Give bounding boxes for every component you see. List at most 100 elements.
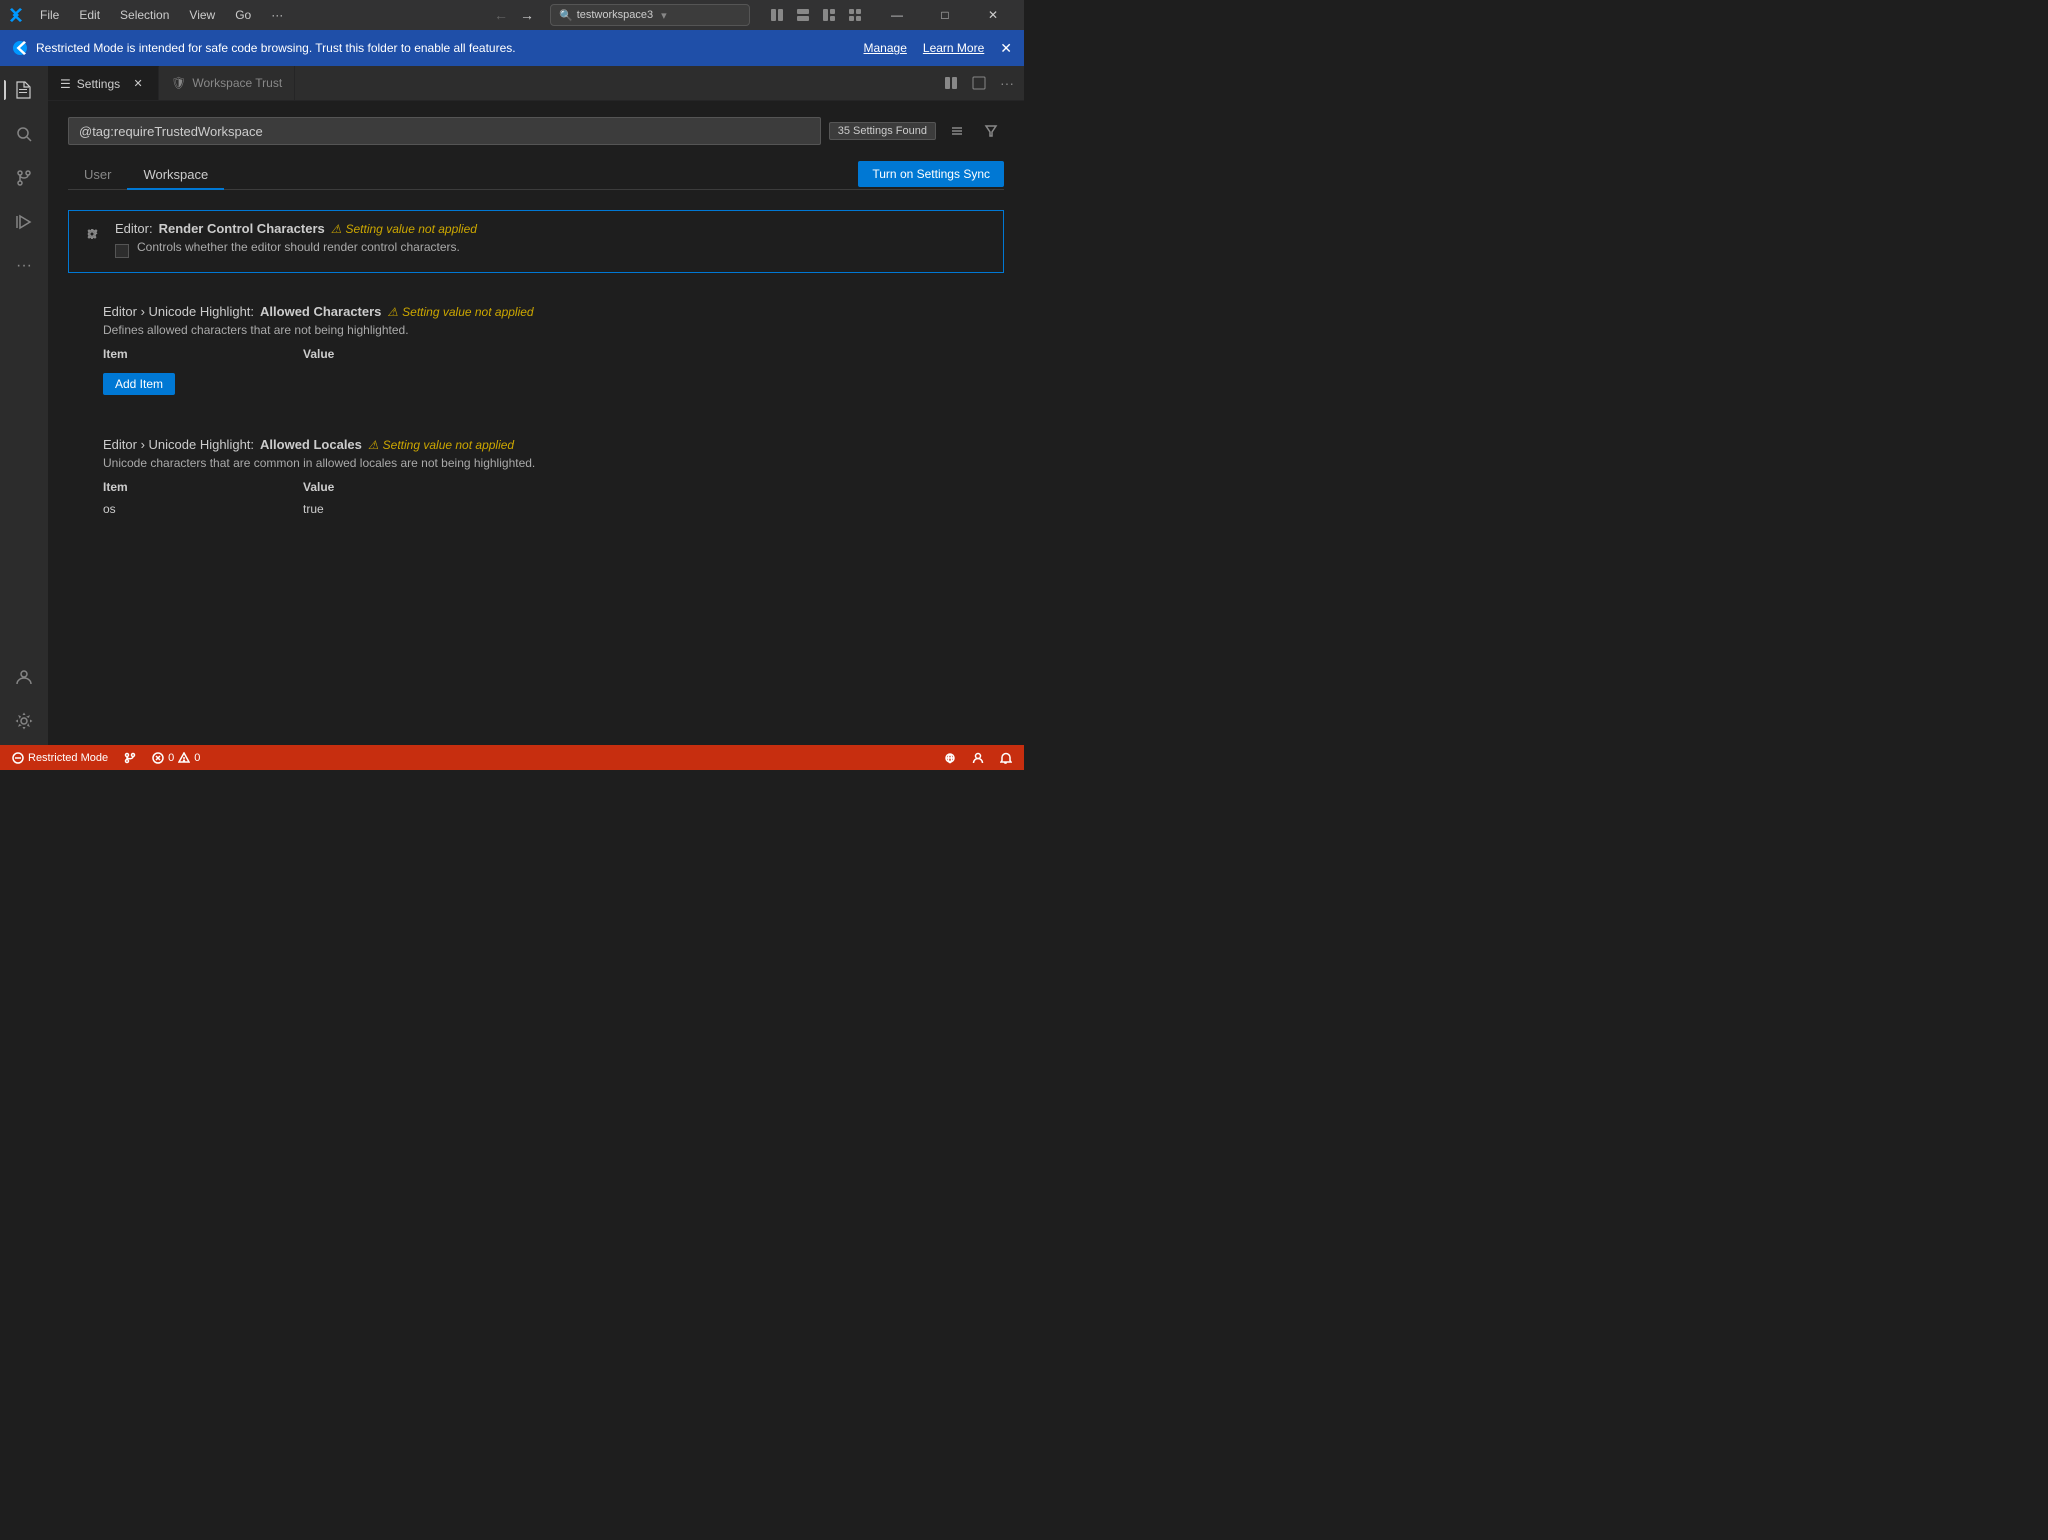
titlebar-nav: ← → — [490, 4, 538, 26]
editor-area: ☰ Settings ✕ 🛡 Workspace Trust ··· — [48, 66, 1024, 745]
setting-table-locales: Item Value os true — [103, 478, 991, 518]
layout-btn-2[interactable] — [792, 4, 814, 26]
menu-go[interactable]: Go — [227, 3, 259, 27]
titlebar: File Edit Selection View Go ··· ← → 🔍 te… — [0, 0, 1024, 30]
workspace-search[interactable]: 🔍 testworkspace3 ▾ — [550, 4, 750, 26]
settings-tab-label: Settings — [77, 77, 120, 91]
search-icon: 🔍 — [559, 9, 573, 22]
notification-close-button[interactable]: ✕ — [1000, 40, 1012, 57]
status-bar: Restricted Mode 0 0 — [0, 745, 1024, 770]
layout-btn-1[interactable] — [766, 4, 788, 26]
settings-clear-button[interactable] — [944, 118, 970, 144]
errors-status[interactable]: 0 0 — [148, 745, 204, 770]
notification-icon-status[interactable] — [996, 745, 1016, 770]
settings-search-row: 35 Settings Found — [68, 117, 1004, 145]
table-header-chars: Item Value — [103, 345, 991, 363]
table-col-item-chars: Item — [103, 345, 303, 363]
activity-source-control[interactable] — [4, 158, 44, 198]
workspace-trust-tab-label: Workspace Trust — [192, 76, 282, 90]
setting-warning-render: ⚠ Setting value not applied — [331, 222, 477, 236]
table-header-locales: Item Value — [103, 478, 991, 496]
main-layout: ··· ☰ Settings ✕ 🛡 Workspace Trust — [0, 66, 1024, 745]
search-arrow-icon: ▾ — [661, 9, 667, 22]
errors-count: 0 — [168, 752, 174, 764]
activity-settings[interactable] — [4, 701, 44, 741]
tab-workspace-trust[interactable]: 🛡 Workspace Trust — [159, 66, 295, 100]
settings-tab-workspace[interactable]: Workspace — [127, 161, 224, 190]
activity-run[interactable] — [4, 202, 44, 242]
more-actions-button[interactable]: ··· — [994, 70, 1020, 96]
close-button[interactable]: ✕ — [970, 0, 1016, 30]
notification-learn-link[interactable]: Learn More — [923, 41, 984, 55]
setting-table-chars: Item Value Add Item — [103, 345, 991, 395]
setting-warning-chars: ⚠ Setting value not applied — [387, 305, 533, 319]
remote-icon-status[interactable] — [940, 745, 960, 770]
notification-bar: Restricted Mode is intended for safe cod… — [0, 30, 1024, 66]
titlebar-menus: File Edit Selection View Go ··· — [32, 3, 482, 27]
minimize-button[interactable]: — — [874, 0, 920, 30]
menu-view[interactable]: View — [181, 3, 223, 27]
settings-filter-button[interactable] — [978, 118, 1004, 144]
activity-account[interactable] — [4, 657, 44, 697]
setting-title-chars: Editor › Unicode Highlight: Allowed Char… — [103, 304, 991, 319]
setting-render-control-chars: Editor: Render Control Characters ⚠ Sett… — [68, 210, 1004, 273]
activity-explorer[interactable] — [4, 70, 44, 110]
setting-allowed-locales: ⚙ Editor › Unicode Highlight: Allowed Lo… — [68, 426, 1004, 529]
back-button[interactable]: ← — [490, 4, 512, 26]
restricted-mode-label: Restricted Mode — [28, 752, 108, 764]
menu-edit[interactable]: Edit — [71, 3, 108, 27]
layout-btn-3[interactable] — [818, 4, 840, 26]
settings-tabs-row: User Workspace Turn on Settings Sync — [68, 161, 1004, 190]
setting-warning-locales: ⚠ Setting value not applied — [368, 438, 514, 452]
layout-btn-4[interactable] — [844, 4, 866, 26]
notification-text: Restricted Mode is intended for safe cod… — [36, 41, 848, 55]
setting-allowed-chars: ⚙ Editor › Unicode Highlight: Allowed Ch… — [68, 293, 1004, 406]
activity-bar: ··· — [0, 66, 48, 745]
account-icon-status[interactable] — [968, 745, 988, 770]
settings-tab-icon: ☰ — [60, 77, 71, 91]
vscode-logo — [8, 7, 24, 23]
warning-icon-locales: ⚠ — [368, 438, 379, 452]
settings-tab-close[interactable]: ✕ — [130, 76, 146, 92]
setting-gear-icon-render[interactable] — [81, 223, 103, 245]
menu-selection[interactable]: Selection — [112, 3, 177, 27]
table-col-value-chars: Value — [303, 345, 503, 363]
forward-button[interactable]: → — [516, 4, 538, 26]
window-controls: — □ ✕ — [874, 0, 1016, 30]
settings-tab-user[interactable]: User — [68, 161, 127, 190]
split-editor-button[interactable] — [938, 70, 964, 96]
setting-name-locales: Allowed Locales — [260, 437, 362, 452]
notification-manage-link[interactable]: Manage — [864, 41, 907, 55]
activity-more[interactable]: ··· — [4, 246, 44, 286]
menu-more[interactable]: ··· — [263, 3, 291, 27]
setting-prefix-render: Editor: — [115, 221, 153, 236]
setting-desc-locales: Unicode characters that are common in al… — [103, 456, 991, 470]
warning-icon-render: ⚠ — [331, 222, 342, 236]
warning-icon-chars: ⚠ — [387, 305, 398, 319]
setting-checkbox-row-render: Controls whether the editor should rende… — [115, 240, 991, 262]
restricted-mode-status[interactable]: Restricted Mode — [8, 745, 112, 770]
setting-name-chars: Allowed Characters — [260, 304, 381, 319]
setting-title-locales: Editor › Unicode Highlight: Allowed Loca… — [103, 437, 991, 452]
turn-on-settings-sync-button[interactable]: Turn on Settings Sync — [858, 161, 1004, 187]
tab-bar: ☰ Settings ✕ 🛡 Workspace Trust ··· — [48, 66, 1024, 101]
tab-settings[interactable]: ☰ Settings ✕ — [48, 66, 159, 100]
settings-search-input[interactable] — [68, 117, 821, 145]
setting-checkbox-render[interactable] — [115, 244, 129, 258]
restore-button[interactable]: □ — [922, 0, 968, 30]
tab-actions: ··· — [934, 66, 1024, 100]
menu-file[interactable]: File — [32, 3, 67, 27]
add-item-button-chars[interactable]: Add Item — [103, 373, 175, 395]
setting-prefix-locales: Editor › Unicode Highlight: — [103, 437, 254, 452]
setting-content-chars: Editor › Unicode Highlight: Allowed Char… — [103, 304, 991, 395]
branch-status[interactable] — [120, 745, 140, 770]
setting-name-render: Render Control Characters — [159, 221, 325, 236]
workspace-trust-tab-icon: 🛡 — [171, 76, 186, 90]
editor-layout-button[interactable] — [966, 70, 992, 96]
setting-title-render: Editor: Render Control Characters ⚠ Sett… — [115, 221, 991, 236]
notification-logo — [12, 40, 28, 56]
table-cell-item-os: os — [103, 500, 303, 518]
setting-prefix-chars: Editor › Unicode Highlight: — [103, 304, 254, 319]
activity-search[interactable] — [4, 114, 44, 154]
table-col-value-locales: Value — [303, 478, 503, 496]
